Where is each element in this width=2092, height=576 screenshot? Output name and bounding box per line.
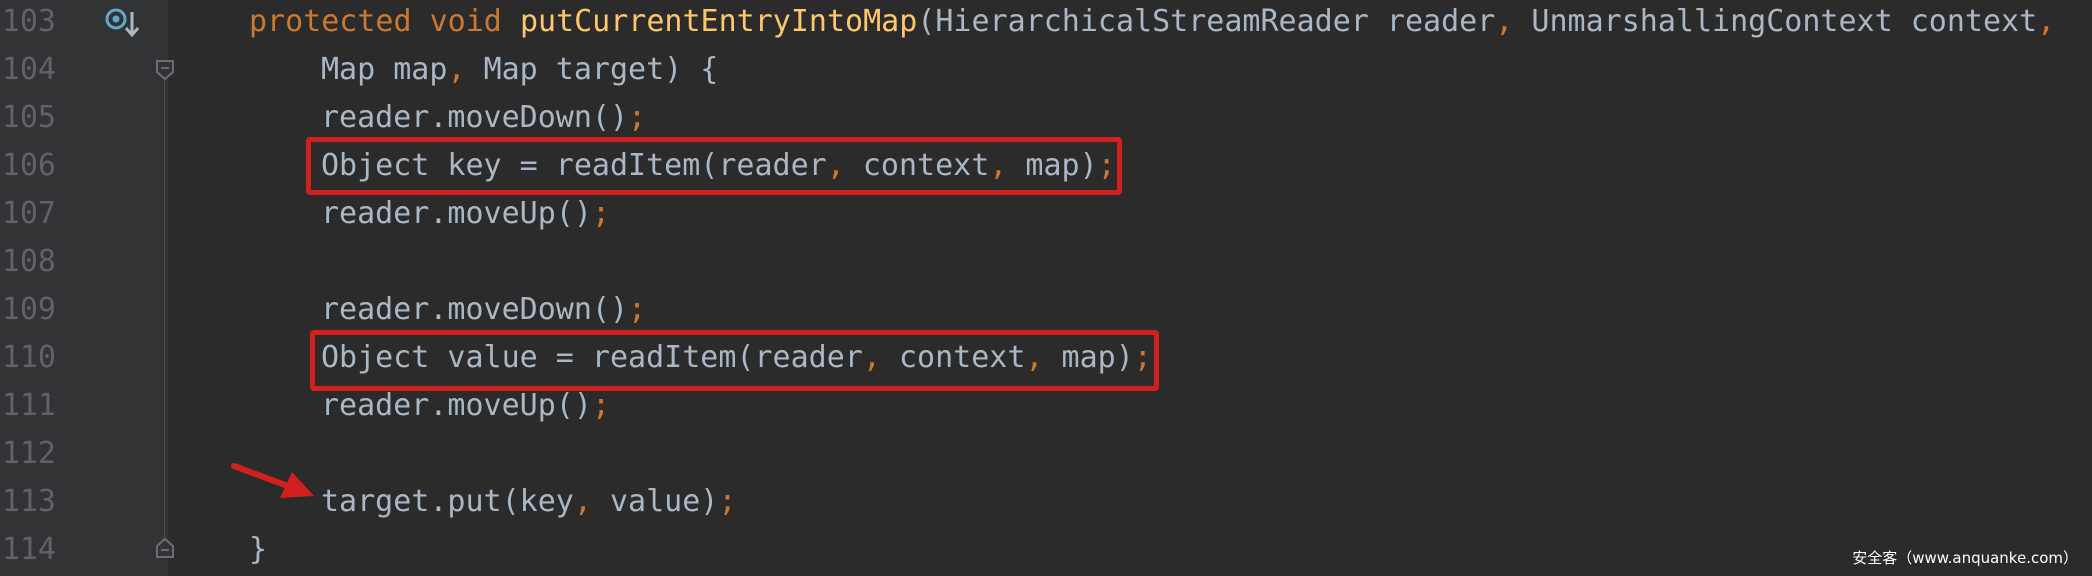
line-number: 107 [1, 196, 56, 231]
code-text: Map map, Map target) { [321, 46, 718, 94]
line-number: 108 [1, 244, 56, 279]
method-name: putCurrentEntryIntoMap [519, 4, 918, 39]
line-number: 114 [1, 532, 56, 567]
statement: target.put(key [321, 484, 574, 519]
code-text: reader.moveDown(); [321, 94, 646, 142]
comma: , [447, 52, 466, 87]
statement: reader.moveUp() [321, 196, 592, 231]
semicolon: ; [591, 388, 610, 423]
line-number: 105 [1, 100, 56, 135]
closing-brace: } [249, 532, 268, 567]
argument: value) [591, 484, 719, 519]
keyword-protected: protected [249, 4, 412, 39]
param-type: HierarchicalStreamReader [935, 4, 1369, 39]
code-line-108: 108 [0, 238, 2092, 286]
comma: , [1495, 4, 1514, 39]
code-line-105: 105 reader.moveDown(); [0, 94, 2092, 142]
semicolon: ; [718, 484, 737, 519]
code-text: target.put(key, value); [321, 478, 736, 526]
code-line-107: 107 reader.moveUp(); [0, 190, 2092, 238]
highlight-box-value [310, 330, 1159, 391]
line-number: 103 [1, 4, 56, 39]
comma: , [2037, 4, 2056, 39]
line-number: 109 [1, 292, 56, 327]
code-line-104: 104 Map map, Map target) { [0, 46, 2092, 94]
annotation-arrow-icon [231, 463, 314, 498]
statement: reader.moveDown() [321, 100, 629, 135]
highlight-box-key [306, 137, 1122, 195]
open-paren: ( [917, 4, 936, 39]
param-name: reader [1386, 4, 1496, 39]
param: Map map [321, 52, 448, 87]
line-number: 110 [1, 340, 56, 375]
code-line-114: 114 } [0, 526, 2092, 574]
statement: reader.moveDown() [321, 292, 629, 327]
line-number: 104 [1, 52, 56, 87]
code-text: protected void putCurrentEntryIntoMap(Hi… [249, 0, 2055, 46]
code-line-109: 109 reader.moveDown(); [0, 286, 2092, 334]
semicolon: ; [628, 292, 647, 327]
keyword-void: void [429, 4, 502, 39]
code-text: reader.moveDown(); [321, 286, 646, 334]
param-name: context [1910, 4, 2038, 39]
comma: , [573, 484, 592, 519]
statement: reader.moveUp() [321, 388, 592, 423]
param-type: UnmarshallingContext [1531, 4, 1893, 39]
watermark: 安全客（www.anquanke.com） [1852, 549, 2078, 567]
code-line-103: 103 protected void putCurrentEntryIntoMa… [0, 0, 2092, 46]
param: Map target) { [483, 52, 719, 87]
line-number: 106 [1, 148, 56, 183]
line-number: 112 [1, 436, 56, 471]
line-number: 111 [1, 388, 56, 423]
semicolon: ; [591, 196, 610, 231]
semicolon: ; [628, 100, 647, 135]
code-text: reader.moveUp(); [321, 190, 610, 238]
code-text: } [249, 526, 267, 574]
line-number: 113 [1, 484, 56, 519]
